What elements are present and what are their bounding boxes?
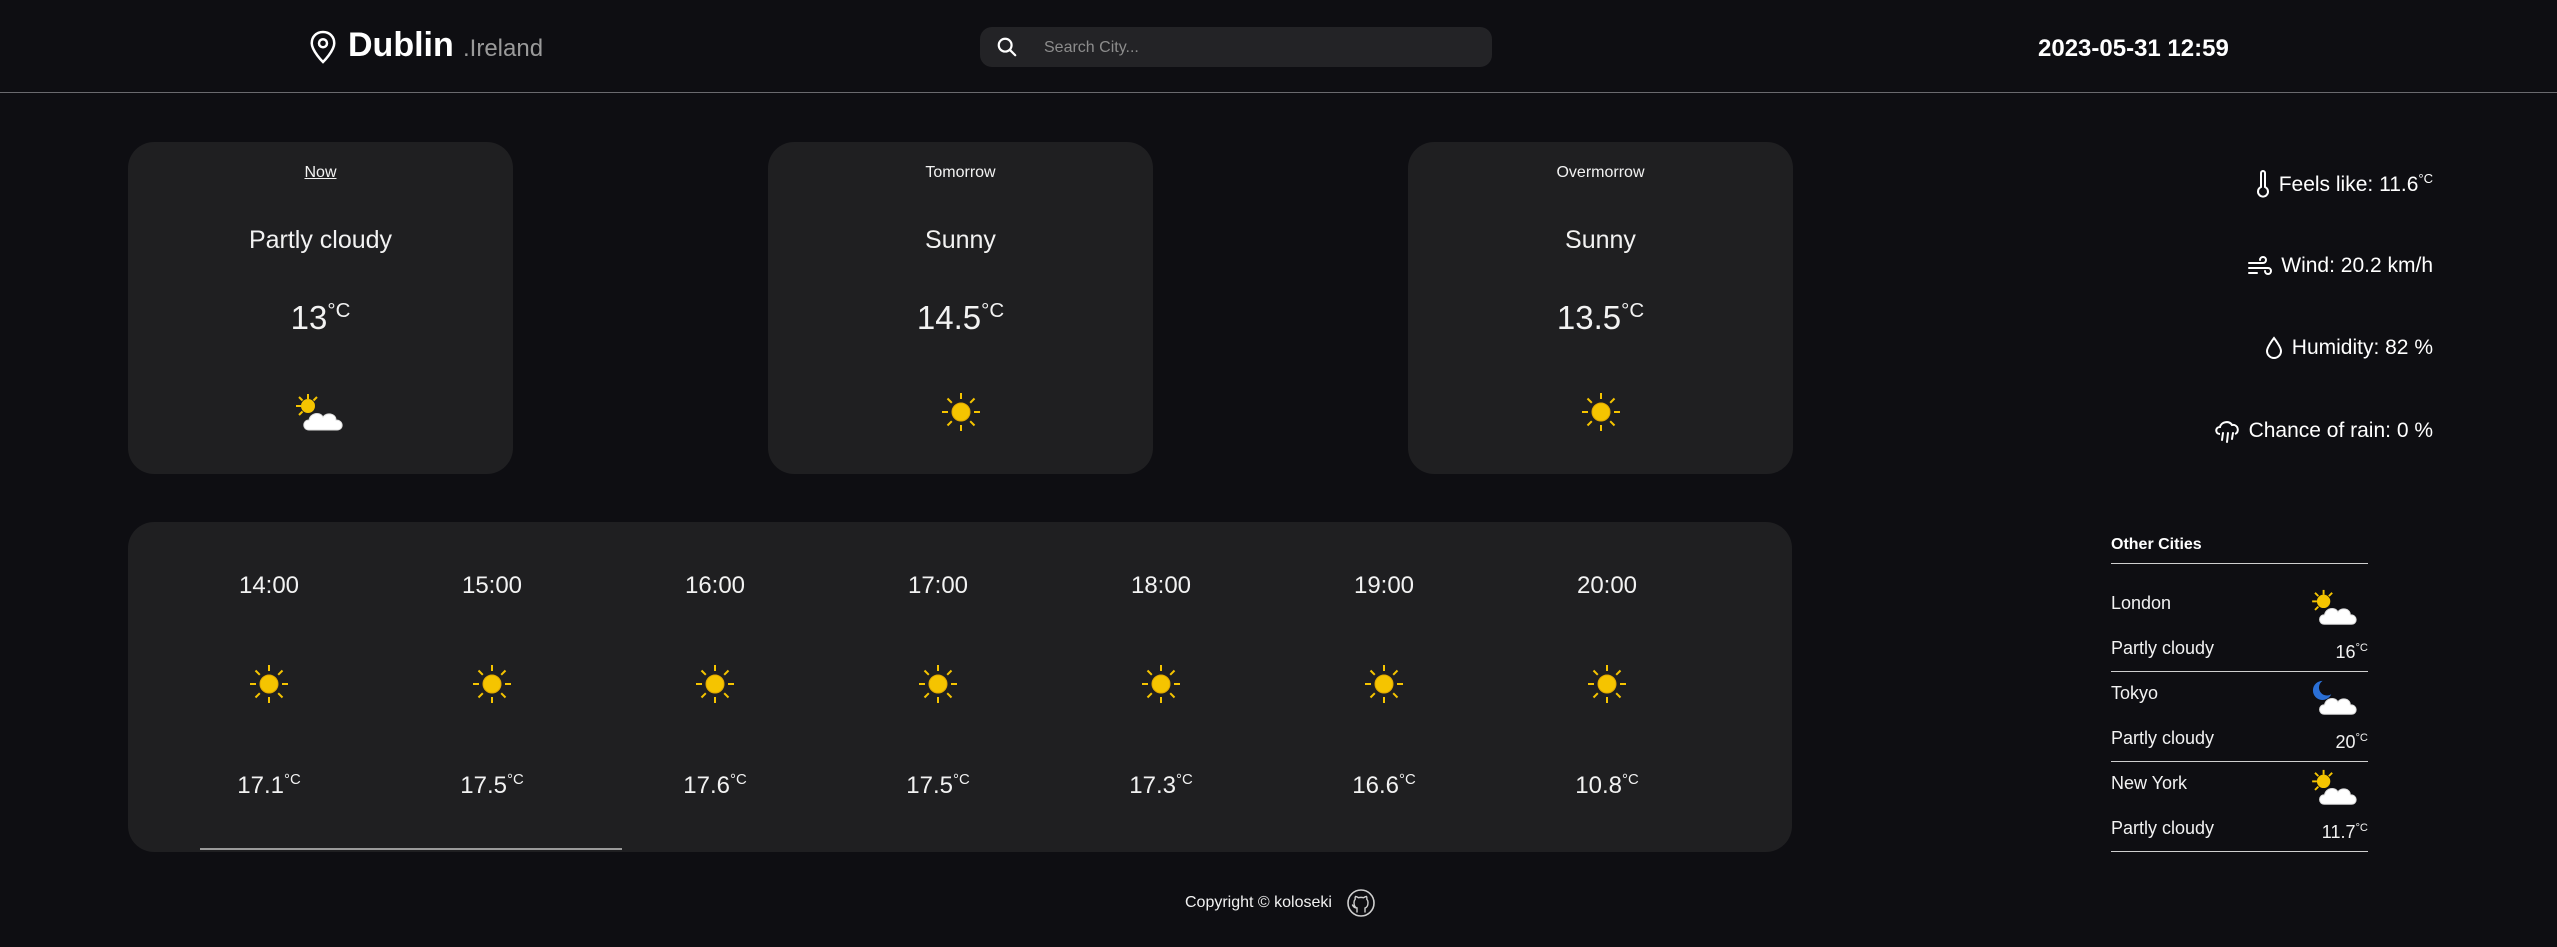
- hour-temperature: 16.6°C: [1352, 772, 1416, 799]
- search-icon[interactable]: [996, 36, 1018, 58]
- other-city-name: Tokyo: [2111, 683, 2159, 703]
- other-city-name: New York: [2111, 773, 2188, 793]
- day-condition: Sunny: [925, 226, 996, 254]
- hourly-forecast[interactable]: 14:00 17.1°C 15:00 17.5°C 16:00 17.6°C 1…: [128, 522, 1792, 852]
- hour-time: 15:00: [461, 572, 523, 599]
- day-card-overmorrow[interactable]: Overmorrow Sunny 13.5°C: [1408, 142, 1793, 474]
- divider: [2111, 563, 2368, 564]
- rain-chance-text: Chance of rain: 0 %: [2248, 419, 2433, 442]
- sun-icon: [1581, 393, 1620, 431]
- hour-temperature: 17.6°C: [683, 772, 747, 799]
- hour-time: 14:00: [238, 572, 300, 599]
- other-city-temperature: 11.7°C: [2321, 822, 2368, 842]
- hour-temperature: 10.8°C: [1575, 772, 1639, 799]
- hour-item: 18:00 17.3°C: [1071, 522, 1251, 852]
- day-temperature: 13°C: [290, 299, 351, 336]
- other-city-condition: Partly cloudy: [2111, 818, 2215, 838]
- country-name: .Ireland: [463, 35, 544, 62]
- other-city-london[interactable]: London Partly cloudy 16°C: [2111, 582, 2368, 672]
- other-city-tokyo[interactable]: Tokyo Partly cloudy 20°C: [2111, 672, 2368, 762]
- hour-time: 20:00: [1576, 572, 1638, 599]
- feels-like-detail: Feels like: 11.6°C: [2255, 170, 2433, 198]
- other-city-condition: Partly cloudy: [2111, 728, 2215, 748]
- sun-icon: [473, 665, 511, 703]
- feels-like-text: Feels like: 11.6°C: [2278, 171, 2433, 196]
- hour-item: 17:00 17.5°C: [848, 522, 1028, 852]
- city-name: Dublin: [348, 26, 454, 64]
- hour-item: 20:00 10.8°C: [1517, 522, 1697, 852]
- hour-temperature: 17.5°C: [906, 772, 970, 799]
- sun-icon: [919, 665, 957, 703]
- hour-item: 16:00 17.6°C: [625, 522, 805, 852]
- other-city-temperature: 20°C: [2335, 732, 2368, 752]
- wind-text: Wind: 20.2 km/h: [2281, 254, 2433, 277]
- hour-time: 19:00: [1353, 572, 1415, 599]
- sun-icon: [1365, 665, 1403, 703]
- hour-time: 16:00: [684, 572, 746, 599]
- hour-temperature: 17.1°C: [237, 772, 301, 799]
- thermometer-icon: [2256, 170, 2269, 198]
- hour-item: 15:00 17.5°C: [402, 522, 582, 852]
- partly-cloudy-icon: [2312, 769, 2357, 805]
- other-cities-title: Other Cities: [2111, 536, 2202, 553]
- github-icon[interactable]: [1346, 888, 1376, 918]
- day-label[interactable]: Now: [128, 164, 513, 182]
- hour-item: 14:00 17.1°C: [179, 522, 359, 852]
- day-label[interactable]: Tomorrow: [768, 164, 1153, 182]
- footer: Copyright © koloseki: [1185, 888, 1376, 918]
- hour-time: 18:00: [1130, 572, 1192, 599]
- sun-icon: [696, 665, 734, 703]
- rain-cloud-icon: [2214, 421, 2239, 443]
- partly-cloudy-night-icon: [2312, 680, 2357, 715]
- hour-time: 17:00: [907, 572, 969, 599]
- other-city-new-york[interactable]: New York Partly cloudy 11.7°C: [2111, 762, 2368, 852]
- partly-cloudy-icon: [295, 394, 343, 431]
- sun-icon: [1588, 665, 1626, 703]
- search-input[interactable]: [1042, 27, 1476, 69]
- hour-temperature: 17.3°C: [1129, 772, 1193, 799]
- day-card-now[interactable]: Now Partly cloudy 13°C: [128, 142, 513, 474]
- other-city-name: London: [2111, 593, 2172, 613]
- location-pin-icon: [310, 30, 336, 64]
- sun-icon: [1142, 665, 1180, 703]
- sun-icon: [250, 665, 288, 703]
- day-condition: Sunny: [1565, 226, 1636, 254]
- wind-detail: Wind: 20.2 km/h: [2247, 254, 2433, 278]
- day-condition: Partly cloudy: [248, 226, 393, 254]
- day-temperature: 13.5°C: [1556, 299, 1645, 336]
- wind-icon: [2248, 256, 2273, 275]
- other-city-temperature: 16°C: [2335, 642, 2368, 662]
- day-label[interactable]: Overmorrow: [1408, 164, 1793, 182]
- humidity-detail: Humidity: 82 %: [2264, 336, 2433, 360]
- day-card-tomorrow[interactable]: Tomorrow Sunny 14.5°C: [768, 142, 1153, 474]
- rain-chance-detail: Chance of rain: 0 %: [2213, 418, 2433, 444]
- hour-item: 19:00 16.6°C: [1294, 522, 1474, 852]
- copyright-text: Copyright © koloseki: [1185, 894, 1332, 911]
- hourly-scrollbar[interactable]: [200, 848, 622, 850]
- hour-temperature: 17.5°C: [460, 772, 524, 799]
- humidity-text: Humidity: 82 %: [2291, 336, 2433, 359]
- sun-icon: [941, 393, 980, 431]
- droplet-icon: [2265, 336, 2282, 359]
- other-city-condition: Partly cloudy: [2111, 638, 2215, 658]
- partly-cloudy-icon: [2312, 589, 2357, 625]
- day-temperature: 14.5°C: [916, 299, 1005, 336]
- current-datetime: 2023-05-31 12:59: [2038, 35, 2229, 62]
- search-box[interactable]: [980, 27, 1492, 69]
